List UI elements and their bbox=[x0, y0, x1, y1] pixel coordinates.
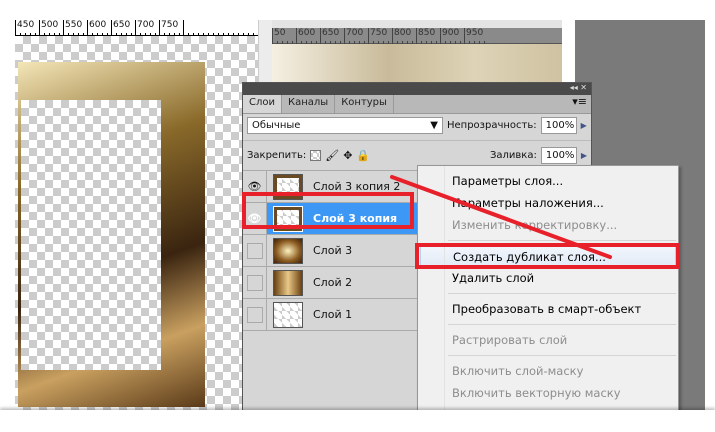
torn-edge bbox=[0, 410, 715, 432]
annotation-arrow-line bbox=[390, 175, 612, 259]
